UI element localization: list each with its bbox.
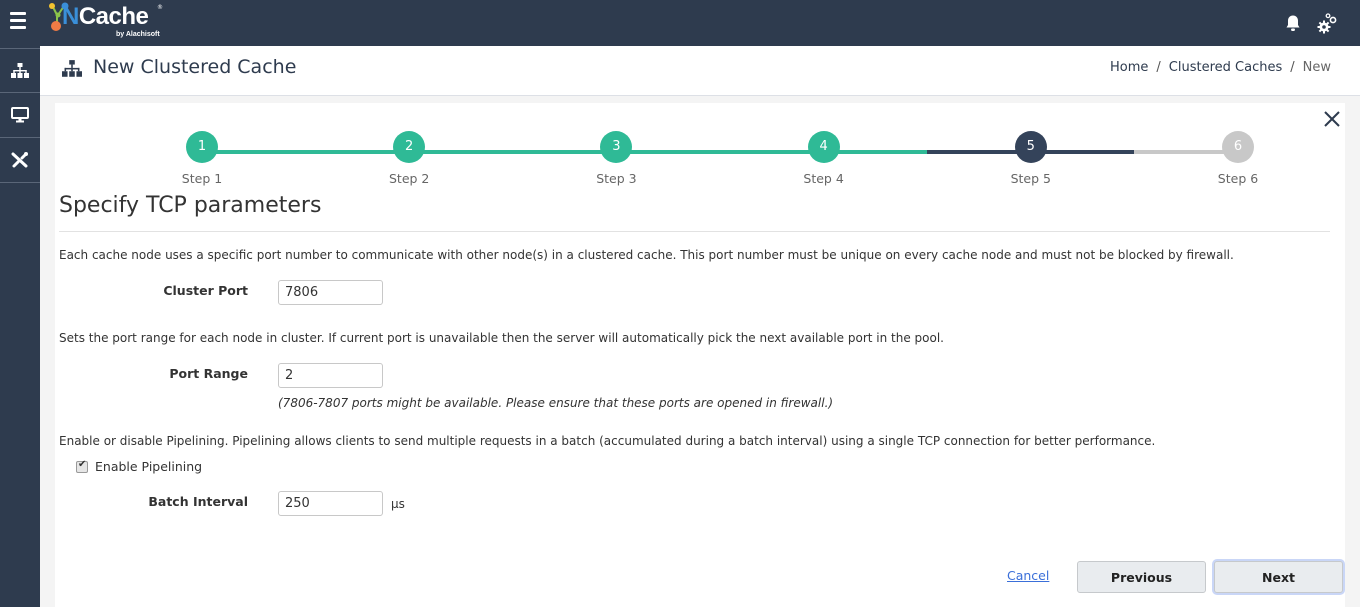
step-label: Step 2	[388, 171, 430, 186]
page-header: New Clustered Cache Home / Clustered Cache…	[40, 46, 1360, 96]
enable-pipelining-checkbox[interactable]	[76, 459, 88, 473]
wizard-step-3: 3 Step 3	[586, 131, 646, 186]
port-range-input[interactable]	[278, 363, 383, 388]
page-title: New Clustered Cache	[93, 56, 297, 78]
monitor-icon	[11, 107, 29, 123]
step-label: Step 5	[1010, 171, 1051, 186]
cancel-link[interactable]: Cancel	[1007, 568, 1049, 583]
breadcrumb-current: New	[1302, 60, 1331, 75]
ncache-logo[interactable]: NCache ® by Alachisoft	[48, 0, 168, 46]
logo-byline: by Alachisoft	[116, 31, 160, 38]
step-circle: 5	[1014, 131, 1047, 163]
breadcrumb-separator: /	[1290, 60, 1295, 75]
breadcrumb-clustered-caches[interactable]: Clustered Caches	[1169, 60, 1282, 75]
step-label: Step 6	[1217, 171, 1259, 186]
cluster-port-label: Cluster Port	[163, 283, 248, 298]
section-title: Specify TCP parameters	[59, 193, 322, 218]
sidebar-item-clustered-caches[interactable]	[0, 48, 40, 93]
cluster-port-input[interactable]	[278, 280, 383, 305]
wizard-step-4: 4 Step 4	[794, 131, 854, 186]
batch-interval-unit: µs	[391, 497, 405, 511]
pipelining-description: Enable or disable Pipelining. Pipelining…	[59, 434, 1156, 448]
step-circle: 2	[393, 131, 426, 163]
tools-icon	[11, 152, 28, 168]
sidebar	[0, 46, 40, 607]
breadcrumb-separator: /	[1156, 60, 1161, 75]
batch-interval-label: Batch Interval	[148, 494, 248, 509]
batch-interval-input[interactable]	[278, 491, 383, 516]
cluster-port-description: Each cache node uses a specific port num…	[59, 248, 1234, 262]
wizard-step-5: 5 Step 5	[1001, 131, 1061, 186]
divider	[59, 231, 1330, 232]
step-circle: 3	[600, 131, 633, 163]
wizard-stepper: 1 Step 1 2 Step 2 3 Step 3 4 Step 4 5 Step 5 6 Step…	[55, 103, 1345, 193]
step-circle: 6	[1222, 131, 1254, 163]
step-label: Step 1	[181, 171, 223, 186]
enable-pipelining-checkbox-row[interactable]: Enable Pipelining	[76, 459, 202, 474]
wizard-step-6: 6 Step 6	[1208, 131, 1268, 186]
sitemap-icon	[11, 62, 29, 78]
top-bar: NCache ® by Alachisoft	[0, 0, 1360, 46]
step-circle: 4	[807, 131, 840, 163]
stepper-track-segment	[409, 150, 617, 154]
sitemap-icon	[62, 60, 82, 77]
gears-icon[interactable]	[1316, 13, 1338, 35]
next-button[interactable]: Next	[1214, 561, 1343, 593]
stepper-track-segment	[616, 150, 824, 154]
port-range-label: Port Range	[169, 366, 248, 381]
port-range-description: Sets the port range for each node in clu…	[59, 331, 944, 345]
logo-registered: ®	[157, 4, 163, 11]
sidebar-item-monitor[interactable]	[0, 93, 40, 138]
wizard-step-2: 2 Step 2	[379, 131, 439, 186]
breadcrumb: Home / Clustered Caches / New	[1110, 60, 1331, 75]
stepper-track-segment	[202, 150, 410, 154]
previous-button[interactable]: Previous	[1077, 561, 1206, 593]
sidebar-item-tools[interactable]	[0, 138, 40, 183]
menu-icon[interactable]	[10, 12, 26, 30]
wizard-card: 1 Step 1 2 Step 2 3 Step 3 4 Step 4 5 Step 5 6 Step…	[55, 103, 1345, 607]
breadcrumb-home[interactable]: Home	[1110, 60, 1148, 75]
enable-pipelining-label[interactable]: Enable Pipelining	[95, 459, 202, 474]
wizard-step-1: 1 Step 1	[172, 131, 232, 186]
port-range-hint: (7806-7807 ports might be available. Ple…	[278, 396, 834, 410]
logo-wordmark: NCache	[62, 3, 149, 30]
step-circle: 1	[186, 131, 218, 163]
bell-icon[interactable]	[1284, 14, 1302, 32]
step-label: Step 3	[596, 171, 637, 186]
step-label: Step 4	[803, 171, 844, 186]
